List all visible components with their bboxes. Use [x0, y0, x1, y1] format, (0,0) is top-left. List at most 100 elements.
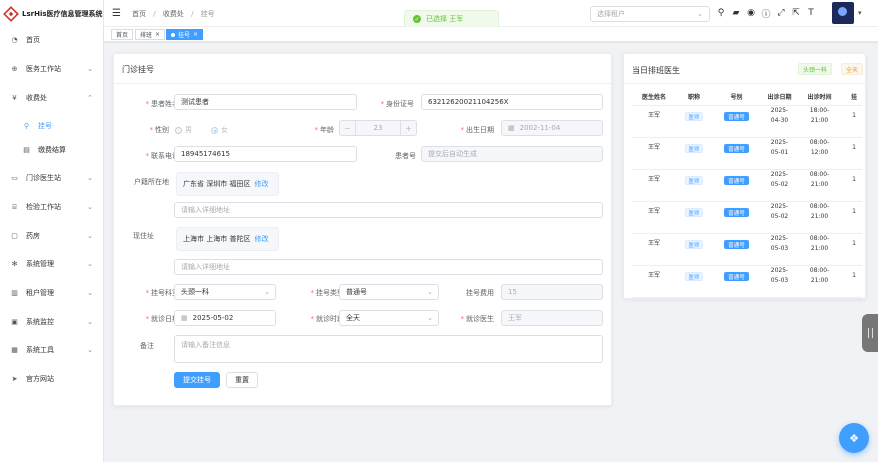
- reg-type-label: * 挂号类型: [294, 288, 345, 298]
- hukou-label: 户籍所在地: [134, 178, 169, 186]
- phone-input[interactable]: 18945174615: [174, 146, 357, 162]
- logo[interactable]: LsrHis医疗信息管理系统: [0, 0, 103, 27]
- chat-fab-button[interactable]: ❖: [839, 423, 869, 453]
- birth-date-input: ▦ 2002-11-04: [501, 120, 603, 136]
- region-text: 上海市 上海市 普陀区: [183, 235, 251, 243]
- app-root: LsrHis医疗信息管理系统 ◔ 首页 ⊕ 医务工作站 ⌄ ¥ 收费处 ⌃ ⚲ 挂号 ▤ 缴费…: [0, 0, 878, 462]
- breadcrumb-home[interactable]: 首页: [132, 10, 146, 18]
- sidebar-item-lab[interactable]: ⌸ 检验工作站 ⌄: [0, 197, 103, 217]
- sidebar-item-label: 门诊医生站: [26, 174, 61, 182]
- hamburger-icon[interactable]: ☰: [112, 8, 121, 19]
- dept-label: * 挂号科室: [124, 288, 180, 298]
- radio-label: 女: [221, 126, 228, 134]
- select-value: 头颈一科: [181, 288, 209, 296]
- sidebar-item-registration[interactable]: ⚲ 挂号: [0, 116, 103, 136]
- hukou-region: 广东省 深圳市 福田区 修改: [176, 172, 279, 196]
- sidebar-item-label: 医务工作站: [26, 65, 61, 73]
- sidebar-item-home[interactable]: ◔ 首页: [0, 30, 103, 50]
- plus-icon[interactable]: +: [400, 121, 416, 135]
- reset-button[interactable]: 重置: [226, 372, 258, 388]
- sidebar-item-system[interactable]: ✻ 系统管理 ⌄: [0, 254, 103, 274]
- time-line2: 21:00: [810, 277, 829, 284]
- divider: [624, 83, 865, 84]
- search-icon[interactable]: ⚲: [715, 6, 727, 20]
- pharmacy-icon: ▢: [11, 232, 18, 240]
- tag-schedule[interactable]: 排班 ×: [135, 29, 166, 40]
- sidebar-item-website[interactable]: ➤ 官方网站: [0, 369, 103, 389]
- patient-name-input[interactable]: 测试患者: [174, 94, 357, 110]
- avatar[interactable]: [832, 2, 854, 24]
- required-mark: *: [310, 289, 315, 297]
- extra-cell: 1: [852, 272, 856, 279]
- schedule-title: 当日排班医生: [632, 66, 680, 75]
- current-address-label: 现住址: [133, 232, 154, 240]
- sidebar-item-monitor[interactable]: ▣ 系统监控 ⌄: [0, 312, 103, 332]
- sidebar-item-label: 租户管理: [26, 289, 54, 297]
- doctor-name: 王军: [647, 176, 660, 183]
- chat-icon[interactable]: ▰: [730, 6, 742, 20]
- type-badge: 普通号: [724, 112, 749, 121]
- submit-button[interactable]: 提交挂号: [174, 372, 220, 388]
- dept-select[interactable]: 头颈一科 ⌄: [174, 284, 276, 300]
- font-icon[interactable]: T: [805, 6, 817, 20]
- registration-card: 门诊挂号 * 患者姓名 测试患者 * 身份证号 632126200211042​56…: [113, 53, 612, 406]
- hukou-edit-link[interactable]: 修改: [254, 179, 268, 189]
- side-drawer-handle[interactable]: [862, 314, 878, 352]
- tenant-select[interactable]: 选择租户 ⌄: [590, 6, 710, 22]
- title-badge: 医师: [685, 240, 703, 249]
- reg-type-select[interactable]: 普通号 ⌄: [339, 284, 439, 300]
- search-icon: ⚲: [23, 122, 30, 130]
- current-edit-link[interactable]: 修改: [254, 234, 268, 244]
- type-badge: 普通号: [724, 208, 749, 217]
- current-detail-input[interactable]: 请输入详细地址: [174, 259, 603, 275]
- date-line2: 05-02: [770, 213, 789, 220]
- sidebar: LsrHis医疗信息管理系统 ◔ 首页 ⊕ 医务工作站 ⌄ ¥ 收费处 ⌃ ⚲ 挂号 ▤ 缴费…: [0, 0, 104, 462]
- chevron-down-icon[interactable]: ▾: [858, 9, 862, 17]
- fullscreen-icon[interactable]: ⤢: [775, 6, 787, 20]
- age-stepper[interactable]: − 23 +: [339, 120, 417, 136]
- id-card-input[interactable]: 632126200211042​56X: [421, 94, 603, 110]
- age-value: 23: [373, 124, 383, 132]
- sidebar-item-pharmacy[interactable]: ▢ 药房 ⌄: [0, 226, 103, 246]
- required-mark: *: [314, 126, 319, 134]
- remark-textarea[interactable]: 请输入备注信息: [174, 335, 603, 363]
- sidebar-item-medical[interactable]: ⊕ 医务工作站 ⌄: [0, 59, 103, 79]
- close-icon[interactable]: ×: [155, 31, 160, 38]
- visit-date-picker[interactable]: ▦ 2025-05-02: [174, 310, 276, 326]
- size-icon[interactable]: ⇱: [790, 6, 802, 20]
- radio-checked-icon: [211, 126, 218, 134]
- tag-registration[interactable]: 挂号 ×: [166, 29, 204, 40]
- breadcrumb-current: 挂号: [200, 10, 215, 18]
- visit-period-select[interactable]: 全天 ⌄: [339, 310, 439, 326]
- gender-female-radio[interactable]: 女: [211, 125, 228, 135]
- tags-view: 首页 排班 × 挂号 ×: [104, 27, 878, 42]
- chevron-down-icon: ⌄: [87, 260, 93, 268]
- sidebar-item-label: 系统工具: [26, 346, 54, 354]
- input-value: 2002-11-04: [519, 124, 561, 132]
- time-line1: 18:00-: [809, 107, 830, 114]
- sidebar-item-label: 首页: [26, 36, 40, 44]
- sidebar-item-tenant[interactable]: ▥ 租户管理 ⌄: [0, 283, 103, 303]
- sidebar-item-payment[interactable]: ▤ 缴费结算: [0, 140, 103, 160]
- tag-home[interactable]: 首页: [111, 29, 134, 40]
- id-card-label: * 身份证号: [364, 99, 415, 109]
- tag-label: 挂号: [178, 32, 191, 39]
- sidebar-item-tools[interactable]: ▦ 系统工具 ⌄: [0, 340, 103, 360]
- label-text: 年龄: [320, 126, 334, 134]
- gender-male-radio[interactable]: 男: [175, 125, 192, 135]
- app-title: LsrHis医疗信息管理系统: [22, 9, 103, 18]
- doctor-icon: ▭: [11, 174, 18, 182]
- close-icon[interactable]: ×: [193, 31, 198, 38]
- minus-icon[interactable]: −: [340, 121, 356, 135]
- yuan-icon: ¥: [12, 94, 17, 102]
- doctor-name: 王军: [647, 112, 660, 119]
- help-icon[interactable]: ⓘ: [760, 6, 772, 20]
- date-line1: 2025-: [770, 235, 789, 242]
- title-badge: 医师: [685, 208, 703, 217]
- sidebar-item-cashier[interactable]: ¥ 收费处 ⌃: [0, 88, 103, 108]
- hukou-detail-input[interactable]: 请输入详细地址: [174, 202, 603, 218]
- breadcrumb-cashier: 收费处: [162, 10, 184, 18]
- sidebar-item-outpatient[interactable]: ▭ 门诊医生站 ⌄: [0, 168, 103, 188]
- github-icon[interactable]: ◉: [745, 6, 757, 20]
- col-doctor-name: 医生姓名: [641, 94, 666, 101]
